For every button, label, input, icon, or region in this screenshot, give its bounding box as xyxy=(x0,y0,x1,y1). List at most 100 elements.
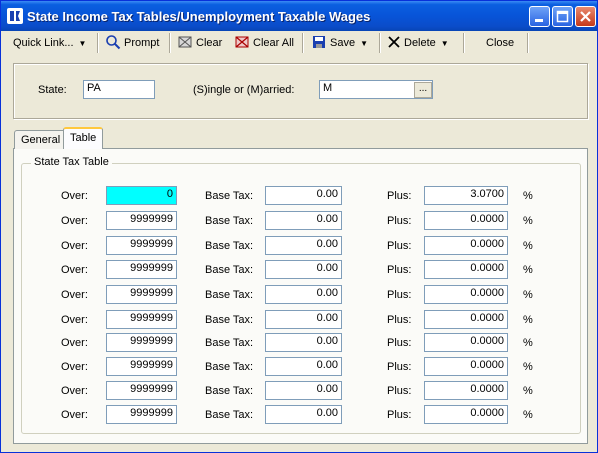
base-tax-input[interactable]: 0.00 xyxy=(265,405,342,424)
save-button[interactable]: Save ▼ xyxy=(311,34,368,52)
browse-button[interactable]: ... xyxy=(414,82,432,98)
base-tax-label: Base Tax: xyxy=(205,289,254,301)
plus-rate-input[interactable]: 0.0000 xyxy=(424,357,508,376)
chevron-down-icon: ▼ xyxy=(440,38,449,48)
over-input[interactable]: 9999999 xyxy=(106,285,177,304)
over-input[interactable]: 9999999 xyxy=(106,333,177,352)
over-input[interactable]: 9999999 xyxy=(106,260,177,279)
percent-label: % xyxy=(523,385,533,397)
over-input[interactable]: 9999999 xyxy=(106,236,177,255)
base-tax-input[interactable]: 0.00 xyxy=(265,285,342,304)
base-tax-input[interactable]: 0.00 xyxy=(265,211,342,230)
search-icon xyxy=(105,34,121,53)
over-label: Over: xyxy=(61,314,88,326)
over-label: Over: xyxy=(61,240,88,252)
over-input[interactable]: 9999999 xyxy=(106,381,177,400)
percent-label: % xyxy=(523,409,533,421)
plus-label: Plus: xyxy=(387,337,412,349)
chevron-down-icon: ▼ xyxy=(78,38,87,48)
plus-label: Plus: xyxy=(387,361,412,373)
plus-rate-input[interactable]: 0.0000 xyxy=(424,236,508,255)
quick-link-label: Quick Link... xyxy=(13,37,74,49)
percent-label: % xyxy=(523,314,533,326)
toolbar-separator xyxy=(169,33,171,53)
base-tax-input[interactable]: 0.00 xyxy=(265,310,342,329)
base-tax-input[interactable]: 0.00 xyxy=(265,333,342,352)
over-input[interactable]: 9999999 xyxy=(106,357,177,376)
plus-label: Plus: xyxy=(387,190,412,202)
floppy-disk-icon xyxy=(311,34,327,53)
percent-label: % xyxy=(523,289,533,301)
quick-link-button[interactable]: Quick Link... ▼ xyxy=(13,34,86,52)
tab-general[interactable]: General xyxy=(14,130,68,149)
main-window: State Income Tax Tables/Unemployment Tax… xyxy=(0,0,598,453)
base-tax-label: Base Tax: xyxy=(205,337,254,349)
base-tax-label: Base Tax: xyxy=(205,385,254,397)
plus-label: Plus: xyxy=(387,289,412,301)
base-tax-label: Base Tax: xyxy=(205,190,254,202)
plus-rate-input[interactable]: 0.0000 xyxy=(424,381,508,400)
base-tax-input[interactable]: 0.00 xyxy=(265,381,342,400)
minimize-button[interactable] xyxy=(529,6,550,27)
over-label: Over: xyxy=(61,409,88,421)
over-label: Over: xyxy=(61,289,88,301)
prompt-label: Prompt xyxy=(124,37,160,49)
save-label: Save xyxy=(330,37,356,49)
over-input[interactable]: 0 xyxy=(106,186,177,205)
chevron-down-icon: ▼ xyxy=(360,38,368,48)
close-button[interactable]: Close xyxy=(486,34,514,52)
base-tax-input[interactable]: 0.00 xyxy=(265,260,342,279)
clear-all-label: Clear All xyxy=(253,37,294,49)
toolbar-separator xyxy=(463,33,465,53)
percent-label: % xyxy=(523,337,533,349)
app-icon xyxy=(7,8,23,24)
close-label: Close xyxy=(486,37,515,49)
plus-rate-input[interactable]: 0.0000 xyxy=(424,211,508,230)
base-tax-label: Base Tax: xyxy=(205,215,254,227)
clear-icon xyxy=(177,34,193,53)
state-label: State: xyxy=(38,84,67,96)
toolbar: Quick Link... ▼ Prompt Clear Clear All S… xyxy=(5,31,595,55)
prompt-button[interactable]: Prompt xyxy=(105,34,159,52)
clear-all-icon xyxy=(234,34,250,53)
close-window-button[interactable] xyxy=(575,6,596,27)
base-tax-input[interactable]: 0.00 xyxy=(265,357,342,376)
plus-rate-input[interactable]: 0.0000 xyxy=(424,405,508,424)
clear-all-button[interactable]: Clear All xyxy=(234,34,294,52)
base-tax-label: Base Tax: xyxy=(205,409,254,421)
plus-label: Plus: xyxy=(387,409,412,421)
over-label: Over: xyxy=(61,361,88,373)
toolbar-separator xyxy=(302,33,304,53)
base-tax-input[interactable]: 0.00 xyxy=(265,236,342,255)
plus-label: Plus: xyxy=(387,264,412,276)
delete-x-icon xyxy=(387,35,401,52)
plus-rate-input[interactable]: 0.0000 xyxy=(424,333,508,352)
percent-label: % xyxy=(523,240,533,252)
clear-button[interactable]: Clear xyxy=(177,34,222,52)
percent-label: % xyxy=(523,361,533,373)
delete-button[interactable]: Delete ▼ xyxy=(387,34,449,52)
plus-label: Plus: xyxy=(387,314,412,326)
percent-label: % xyxy=(523,264,533,276)
plus-label: Plus: xyxy=(387,215,412,227)
over-input[interactable]: 9999999 xyxy=(106,211,177,230)
title-bar[interactable]: State Income Tax Tables/Unemployment Tax… xyxy=(1,1,597,31)
clear-label: Clear xyxy=(196,37,223,49)
percent-label: % xyxy=(523,215,533,227)
window-title: State Income Tax Tables/Unemployment Tax… xyxy=(27,9,371,24)
state-input[interactable]: PA xyxy=(83,80,155,99)
plus-rate-input[interactable]: 0.0000 xyxy=(424,310,508,329)
over-input[interactable]: 9999999 xyxy=(106,405,177,424)
toolbar-separator xyxy=(527,33,529,53)
plus-rate-input[interactable]: 3.0700 xyxy=(424,186,508,205)
over-label: Over: xyxy=(61,264,88,276)
tab-table[interactable]: Table xyxy=(63,127,104,149)
maximize-button[interactable] xyxy=(552,6,573,27)
plus-rate-input[interactable]: 0.0000 xyxy=(424,260,508,279)
plus-rate-input[interactable]: 0.0000 xyxy=(424,285,508,304)
plus-label: Plus: xyxy=(387,240,412,252)
over-input[interactable]: 9999999 xyxy=(106,310,177,329)
base-tax-label: Base Tax: xyxy=(205,240,254,252)
toolbar-separator xyxy=(97,33,99,53)
base-tax-input[interactable]: 0.00 xyxy=(265,186,342,205)
